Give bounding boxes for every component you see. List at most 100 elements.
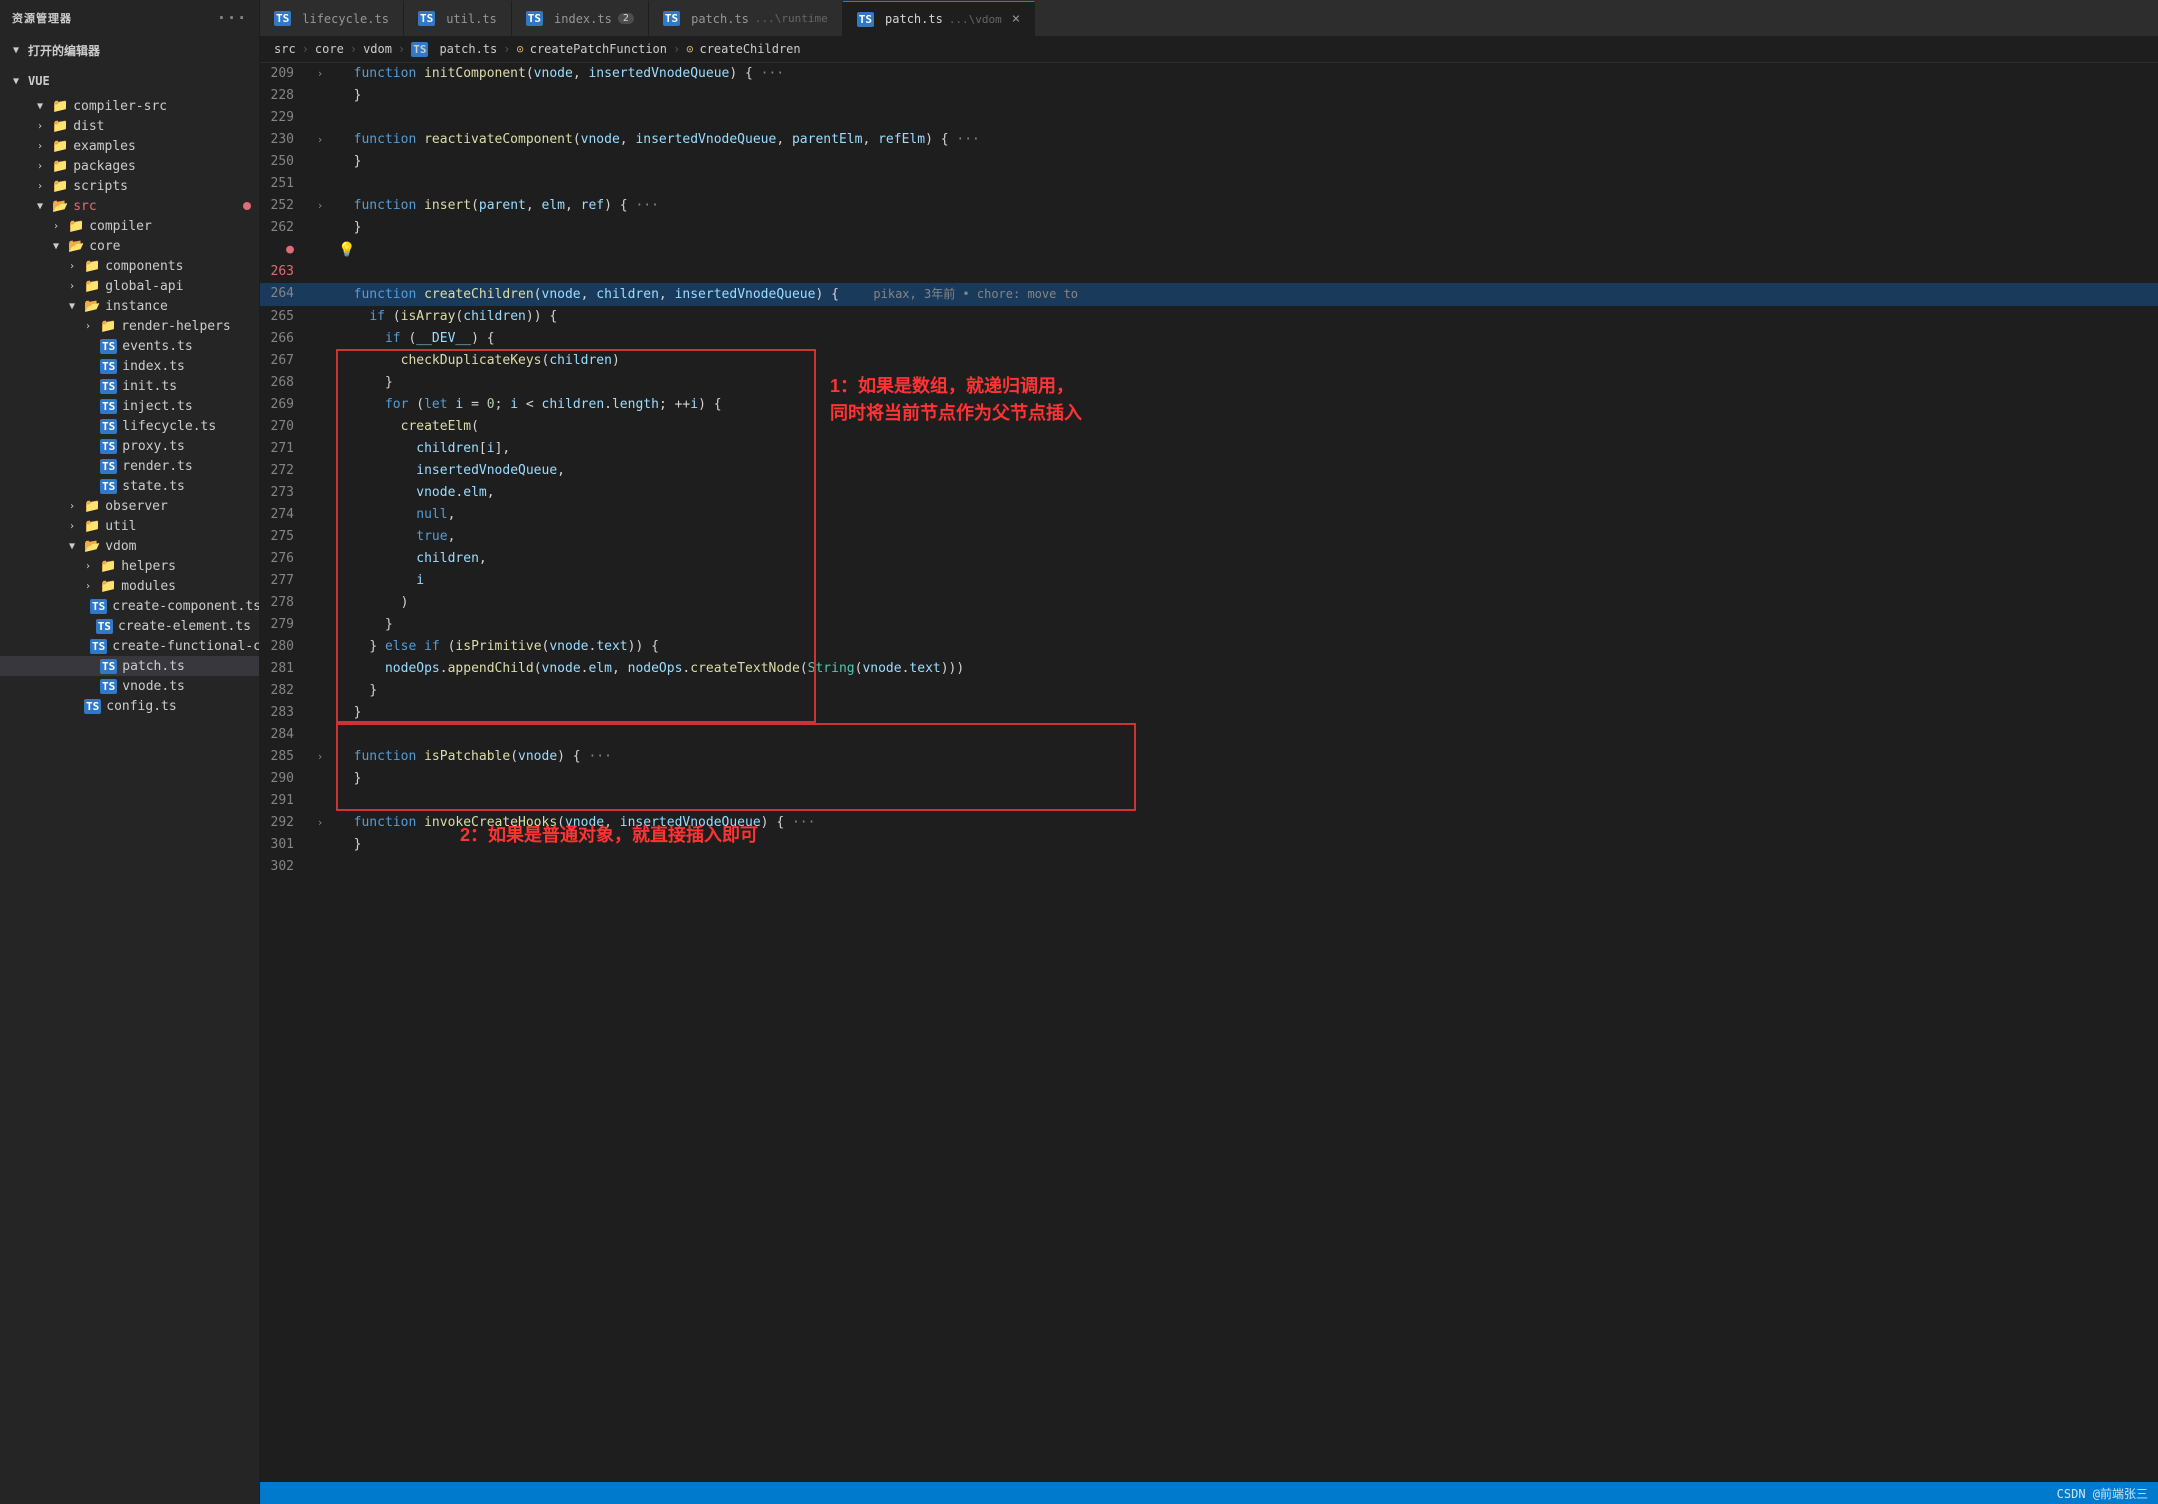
- line-num-228: 228: [260, 85, 310, 107]
- tree-item-util[interactable]: › 📁 util: [0, 516, 259, 536]
- line-arrow-209[interactable]: ›: [310, 63, 330, 85]
- breadcrumb-src[interactable]: src: [274, 42, 296, 56]
- tree-item-patch-ts[interactable]: › TS patch.ts: [0, 656, 259, 676]
- tree-item-lifecycle-ts[interactable]: › TS lifecycle.ts: [0, 416, 259, 436]
- lifecycle-tab-label: lifecycle.ts: [302, 12, 389, 26]
- tree-item-compiler[interactable]: › 📁 compiler: [0, 216, 259, 236]
- tree-item-state-ts[interactable]: › TS state.ts: [0, 476, 259, 496]
- line-num-251: 251: [260, 173, 310, 195]
- breadcrumb-core[interactable]: core: [315, 42, 344, 56]
- tab-lifecycle-ts[interactable]: TS lifecycle.ts: [260, 1, 404, 36]
- tree-item-packages[interactable]: › 📁 packages: [0, 156, 259, 176]
- tab-util-ts[interactable]: TS util.ts: [404, 1, 512, 36]
- vue-section-header[interactable]: ▼ VUE: [0, 70, 259, 92]
- line-num-278: 278: [260, 592, 310, 614]
- line-num-250: 250: [260, 151, 310, 173]
- modules-folder-icon: 📁: [100, 579, 116, 594]
- proxy-ts-label: proxy.ts: [122, 439, 185, 454]
- breadcrumb-create-patch-fn[interactable]: createPatchFunction: [530, 42, 667, 56]
- state-ts-icon: TS: [100, 479, 117, 494]
- line-content-281: nodeOps.appendChild(vnode.elm, nodeOps.c…: [330, 658, 2158, 680]
- tab-patch-ts-vdom[interactable]: TS patch.ts ...\vdom ×: [843, 1, 1035, 36]
- breadcrumb-sep3: ›: [398, 42, 405, 56]
- line-num-270: 270: [260, 416, 310, 438]
- tree-item-instance[interactable]: ▼ 📂 instance: [0, 296, 259, 316]
- tree-item-helpers[interactable]: › 📁 helpers: [0, 556, 259, 576]
- line-content-209: function initComponent(vnode, insertedVn…: [330, 63, 2158, 85]
- sidebar-dots-menu[interactable]: ···: [217, 8, 247, 27]
- line-content-279: }: [330, 614, 2158, 636]
- examples-label: examples: [73, 139, 136, 154]
- breadcrumb-patch-ts[interactable]: patch.ts: [439, 42, 497, 56]
- open-editors-label: 打开的编辑器: [28, 42, 100, 59]
- components-label: components: [105, 259, 183, 274]
- line-arrow-292[interactable]: ›: [310, 812, 330, 834]
- line-content-265: if (isArray(children)) {: [330, 306, 2158, 328]
- tree-item-components[interactable]: › 📁 components: [0, 256, 259, 276]
- tree-item-vnode-ts[interactable]: › TS vnode.ts: [0, 676, 259, 696]
- tree-item-examples[interactable]: › 📁 examples: [0, 136, 259, 156]
- breadcrumb-create-children[interactable]: createChildren: [699, 42, 800, 56]
- line-num-252: 252: [260, 195, 310, 217]
- tree-item-render-helpers[interactable]: › 📁 render-helpers: [0, 316, 259, 336]
- render-helpers-chevron: ›: [80, 318, 96, 334]
- line-content-270: createElm(: [330, 416, 2158, 438]
- line-num-263: ● 263: [260, 239, 310, 283]
- tree-item-global-api[interactable]: › 📁 global-api: [0, 276, 259, 296]
- line-content-229: [330, 107, 2158, 129]
- examples-chevron: ›: [32, 138, 48, 154]
- tree-item-core[interactable]: ▼ 📂 core: [0, 236, 259, 256]
- line-arrow-285[interactable]: ›: [310, 746, 330, 768]
- patch-runtime-tab-icon: TS: [663, 11, 680, 26]
- line-arrow-252[interactable]: ›: [310, 195, 330, 217]
- code-editor[interactable]: 209 › function initComponent(vnode, inse…: [260, 63, 2158, 1482]
- tree-item-config-ts[interactable]: › TS config.ts: [0, 696, 259, 716]
- core-folder-icon: 📂: [68, 239, 84, 254]
- code-line-279: 279 › }: [260, 614, 2158, 636]
- tree-item-create-functional-ts[interactable]: › TS create-functional-compone...: [0, 636, 259, 656]
- line-content-263: 💡: [330, 239, 2158, 283]
- breadcrumb-sep2: ›: [350, 42, 357, 56]
- open-editors-header[interactable]: ▼ 打开的编辑器: [0, 39, 259, 62]
- vdom-chevron: ▼: [64, 538, 80, 554]
- tree-item-create-element-ts[interactable]: › TS create-element.ts: [0, 616, 259, 636]
- line-num-273: 273: [260, 482, 310, 504]
- tree-item-index-ts[interactable]: › TS index.ts: [0, 356, 259, 376]
- line-content-262: }: [330, 217, 2158, 239]
- code-line-281: 281 › nodeOps.appendChild(vnode.elm, nod…: [260, 658, 2158, 680]
- breadcrumb-vdom[interactable]: vdom: [363, 42, 392, 56]
- tree-item-render-ts[interactable]: › TS render.ts: [0, 456, 259, 476]
- line-num-264: 264: [260, 283, 310, 306]
- tree-item-observer[interactable]: › 📁 observer: [0, 496, 259, 516]
- tree-item-scripts[interactable]: › 📁 scripts: [0, 176, 259, 196]
- tree-item-init-ts[interactable]: › TS init.ts: [0, 376, 259, 396]
- line-content-283: }: [330, 702, 2158, 724]
- tree-item-events-ts[interactable]: › TS events.ts: [0, 336, 259, 356]
- tree-item-proxy-ts[interactable]: › TS proxy.ts: [0, 436, 259, 456]
- observer-folder-icon: 📁: [84, 499, 100, 514]
- breadcrumb-sep5: ›: [673, 42, 680, 56]
- line-arrow-230[interactable]: ›: [310, 129, 330, 151]
- tree-item-create-component-ts[interactable]: › TS create-component.ts: [0, 596, 259, 616]
- tree-item-inject-ts[interactable]: › TS inject.ts: [0, 396, 259, 416]
- tab-patch-ts-runtime[interactable]: TS patch.ts ...\runtime: [649, 1, 843, 36]
- init-ts-label: init.ts: [122, 379, 177, 394]
- code-line-292: 292 › function invokeCreateHooks(vnode, …: [260, 812, 2158, 834]
- tree-item-src[interactable]: ▼ 📂 src: [0, 196, 259, 216]
- patch-vdom-close-button[interactable]: ×: [1012, 11, 1020, 27]
- tree-item-dist[interactable]: › 📁 dist: [0, 116, 259, 136]
- packages-label: packages: [73, 159, 136, 174]
- inject-ts-label: inject.ts: [122, 399, 192, 414]
- line-content-230: function reactivateComponent(vnode, inse…: [330, 129, 2158, 151]
- tree-item-compiler-src[interactable]: ▼ 📁 compiler-src: [0, 96, 259, 116]
- tab-index-ts[interactable]: TS index.ts 2: [512, 1, 649, 36]
- tree-item-modules[interactable]: › 📁 modules: [0, 576, 259, 596]
- lifecycle-tab-icon: TS: [274, 11, 291, 26]
- line-num-290: 290: [260, 768, 310, 790]
- breadcrumb-ts-icon: TS: [411, 42, 433, 56]
- tree-item-vdom[interactable]: ▼ 📂 vdom: [0, 536, 259, 556]
- util-chevron: ›: [64, 518, 80, 534]
- render-ts-label: render.ts: [122, 459, 192, 474]
- line-num-229: 229: [260, 107, 310, 129]
- index-ts-label: index.ts: [122, 359, 185, 374]
